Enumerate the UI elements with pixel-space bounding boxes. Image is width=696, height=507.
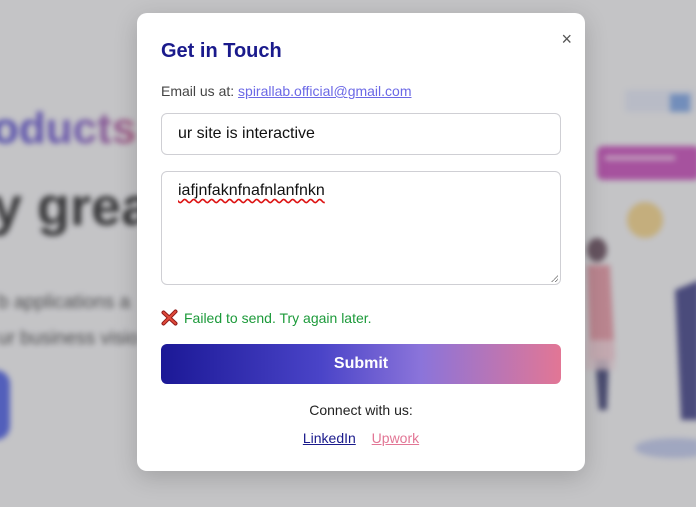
upwork-link[interactable]: Upwork	[372, 430, 419, 446]
message-textarea-value: iafjnfaknfnafnlanfnkn	[178, 182, 325, 199]
resize-handle-icon[interactable]	[551, 275, 558, 282]
close-icon[interactable]: ×	[561, 30, 572, 48]
status-text: Failed to send. Try again later.	[184, 309, 372, 326]
subject-input-value: ur site is interactive	[178, 125, 315, 142]
cross-mark-icon	[161, 309, 178, 326]
email-link[interactable]: spirallab.official@gmail.com	[238, 83, 411, 99]
contact-modal: × Get in Touch Email us at: spirallab.of…	[137, 13, 585, 471]
linkedin-link[interactable]: LinkedIn	[303, 430, 356, 446]
social-links: LinkedIn Upwork	[137, 430, 585, 446]
subject-input[interactable]: ur site is interactive	[161, 113, 561, 155]
email-line: Email us at: spirallab.official@gmail.co…	[161, 83, 412, 99]
email-label: Email us at:	[161, 83, 235, 99]
modal-title: Get in Touch	[161, 40, 282, 62]
message-textarea[interactable]: iafjnfaknfnafnlanfnkn	[161, 171, 561, 285]
status-message: Failed to send. Try again later.	[161, 309, 372, 326]
submit-button[interactable]: Submit	[161, 344, 561, 384]
connect-label: Connect with us:	[309, 402, 413, 418]
